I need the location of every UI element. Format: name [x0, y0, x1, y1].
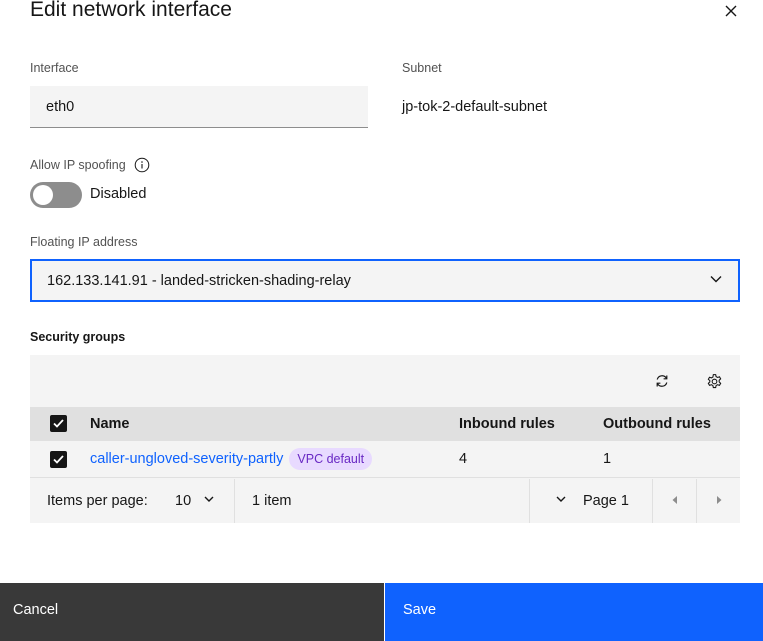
pager-divider — [529, 479, 530, 523]
page-select[interactable]: Page 1 — [555, 479, 629, 523]
column-header-outbound[interactable]: Outbound rules — [603, 407, 711, 441]
toggle-knob — [33, 185, 53, 205]
floating-ip-label: Floating IP address — [30, 235, 138, 249]
cancel-button[interactable]: Cancel — [0, 583, 384, 641]
spoofing-label: Allow IP spoofing — [30, 157, 150, 173]
column-header-name[interactable]: Name — [90, 407, 130, 441]
close-icon[interactable] — [722, 2, 740, 20]
caret-right-icon — [715, 493, 723, 509]
refresh-icon[interactable] — [650, 369, 674, 393]
table-row: caller-ungloved-severity-partly VPC defa… — [30, 441, 740, 478]
pagination: Items per page: 10 1 item Page 1 — [30, 479, 740, 523]
pager-divider — [234, 479, 235, 523]
chevron-down-icon — [709, 272, 723, 290]
chevron-down-icon — [555, 493, 567, 509]
security-groups-table: Name Inbound rules Outbound rules caller… — [30, 355, 740, 523]
subnet-label: Subnet — [402, 61, 442, 75]
row-checkbox[interactable] — [50, 451, 67, 468]
caret-left-icon — [671, 493, 679, 509]
select-all-checkbox[interactable] — [50, 415, 67, 432]
save-button[interactable]: Save — [385, 583, 763, 641]
row-name-cell: caller-ungloved-severity-partly VPC defa… — [90, 441, 373, 477]
spoofing-state-text: Disabled — [90, 186, 147, 202]
security-group-link[interactable]: caller-ungloved-severity-partly — [90, 451, 283, 467]
interface-input[interactable]: eth0 — [30, 86, 368, 128]
floating-ip-selected: 162.133.141.91 - landed-stricken-shading… — [47, 272, 351, 289]
items-per-page-label: Items per page: — [47, 493, 148, 509]
modal-title: Edit network interface — [30, 0, 232, 21]
next-page-button[interactable] — [697, 479, 740, 523]
item-count: 1 item — [252, 493, 292, 509]
subnet-value: jp-tok-2-default-subnet — [402, 99, 548, 115]
chevron-down-icon — [203, 493, 215, 509]
column-header-inbound[interactable]: Inbound rules — [459, 407, 555, 441]
vpc-default-tag: VPC default — [289, 448, 373, 470]
table-header: Name Inbound rules Outbound rules — [30, 407, 740, 441]
security-groups-title: Security groups — [30, 330, 126, 344]
items-per-page-select[interactable]: 10 — [175, 479, 215, 523]
prev-page-button[interactable] — [653, 479, 696, 523]
page-number: Page 1 — [583, 493, 629, 509]
spoofing-label-text: Allow IP spoofing — [30, 158, 126, 172]
row-outbound-cell: 1 — [603, 451, 612, 467]
spoofing-toggle[interactable] — [30, 182, 82, 208]
items-per-page-value: 10 — [175, 493, 192, 509]
settings-gear-icon[interactable] — [702, 369, 726, 393]
row-inbound-cell: 4 — [459, 451, 468, 467]
interface-label: Interface — [30, 61, 79, 75]
info-icon[interactable] — [134, 157, 150, 173]
floating-ip-select[interactable]: 162.133.141.91 - landed-stricken-shading… — [30, 259, 740, 302]
